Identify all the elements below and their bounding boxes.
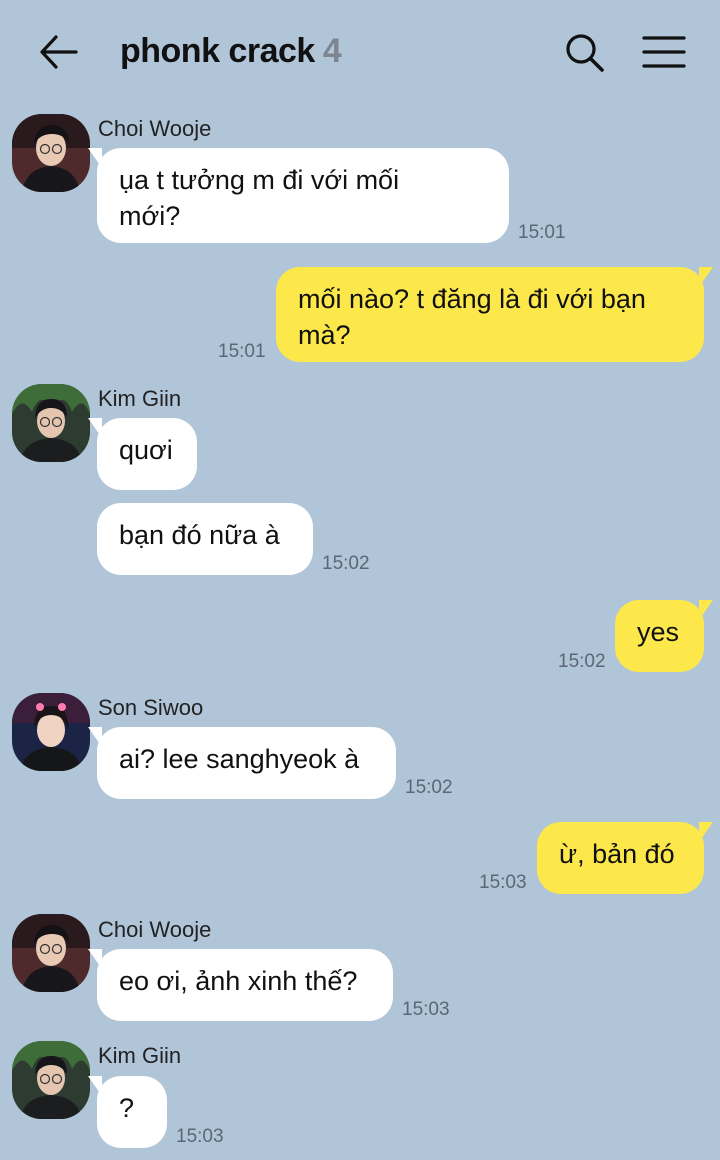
avatar-kim-giin[interactable]: [12, 1041, 90, 1119]
avatar-choi-wooje[interactable]: [12, 114, 90, 192]
message-timestamp: 15:03: [176, 1126, 224, 1147]
sender-name: Kim Giin: [98, 386, 182, 411]
sender-name: Choi Wooje: [98, 917, 212, 942]
arrow-left-icon: [40, 35, 78, 69]
message-bubble[interactable]: eo ơi, ảnh xinh thế?: [88, 949, 393, 1021]
sender-name: Choi Wooje: [98, 116, 212, 141]
chat-title: phonk crack 4: [120, 32, 342, 71]
sender-name: Son Siwoo: [98, 695, 204, 720]
message-timestamp: 15:02: [558, 651, 606, 672]
message-bubble[interactable]: ụa t tưởng m đi với mối mới?: [88, 148, 509, 243]
message-timestamp: 15:02: [405, 777, 453, 798]
profile-photo-icon: [12, 384, 90, 462]
profile-photo-icon: [12, 914, 90, 992]
message-bubble-outgoing[interactable]: yes: [615, 600, 713, 672]
member-count: 4: [322, 32, 342, 70]
message-bubble[interactable]: ?: [88, 1076, 167, 1148]
sender-name: Kim Giin: [98, 1043, 182, 1068]
search-button[interactable]: [562, 30, 608, 76]
profile-photo-icon: [12, 114, 90, 192]
message-bubble[interactable]: ai? lee sanghyeok à: [88, 727, 396, 799]
message-text-line: mới?: [119, 201, 181, 231]
search-icon: [566, 34, 604, 72]
message-text-line: ụa t tưởng m đi với mối: [119, 165, 400, 195]
message-text-line: mối nào? t đăng là đi với bạn: [298, 284, 646, 314]
message-bubble-outgoing[interactable]: ừ, bản đó: [537, 822, 713, 894]
chat-name: phonk crack: [120, 32, 315, 70]
message-timestamp: 15:03: [402, 999, 450, 1020]
message-text-line: mà?: [298, 320, 351, 350]
message-timestamp: 15:03: [479, 872, 527, 893]
chat-header: phonk crack 4: [0, 0, 720, 100]
message-timestamp: 15:02: [322, 553, 370, 574]
message-timestamp: 15:01: [518, 222, 566, 243]
message-bubble[interactable]: quơi: [88, 418, 197, 490]
profile-photo-icon: [12, 1041, 90, 1119]
avatar-son-siwoo[interactable]: [12, 693, 90, 771]
avatar-choi-wooje[interactable]: [12, 914, 90, 992]
back-button[interactable]: [36, 32, 80, 72]
profile-photo-icon: [12, 693, 90, 771]
hamburger-menu-icon: [642, 36, 686, 68]
message-bubble[interactable]: bạn đó nữa à: [97, 503, 313, 575]
avatar-kim-giin[interactable]: [12, 384, 90, 462]
message-timestamp: 15:01: [218, 341, 266, 362]
message-bubble-outgoing[interactable]: mối nào? t đăng là đi với bạn mà?: [276, 267, 713, 362]
menu-button[interactable]: [640, 32, 688, 72]
